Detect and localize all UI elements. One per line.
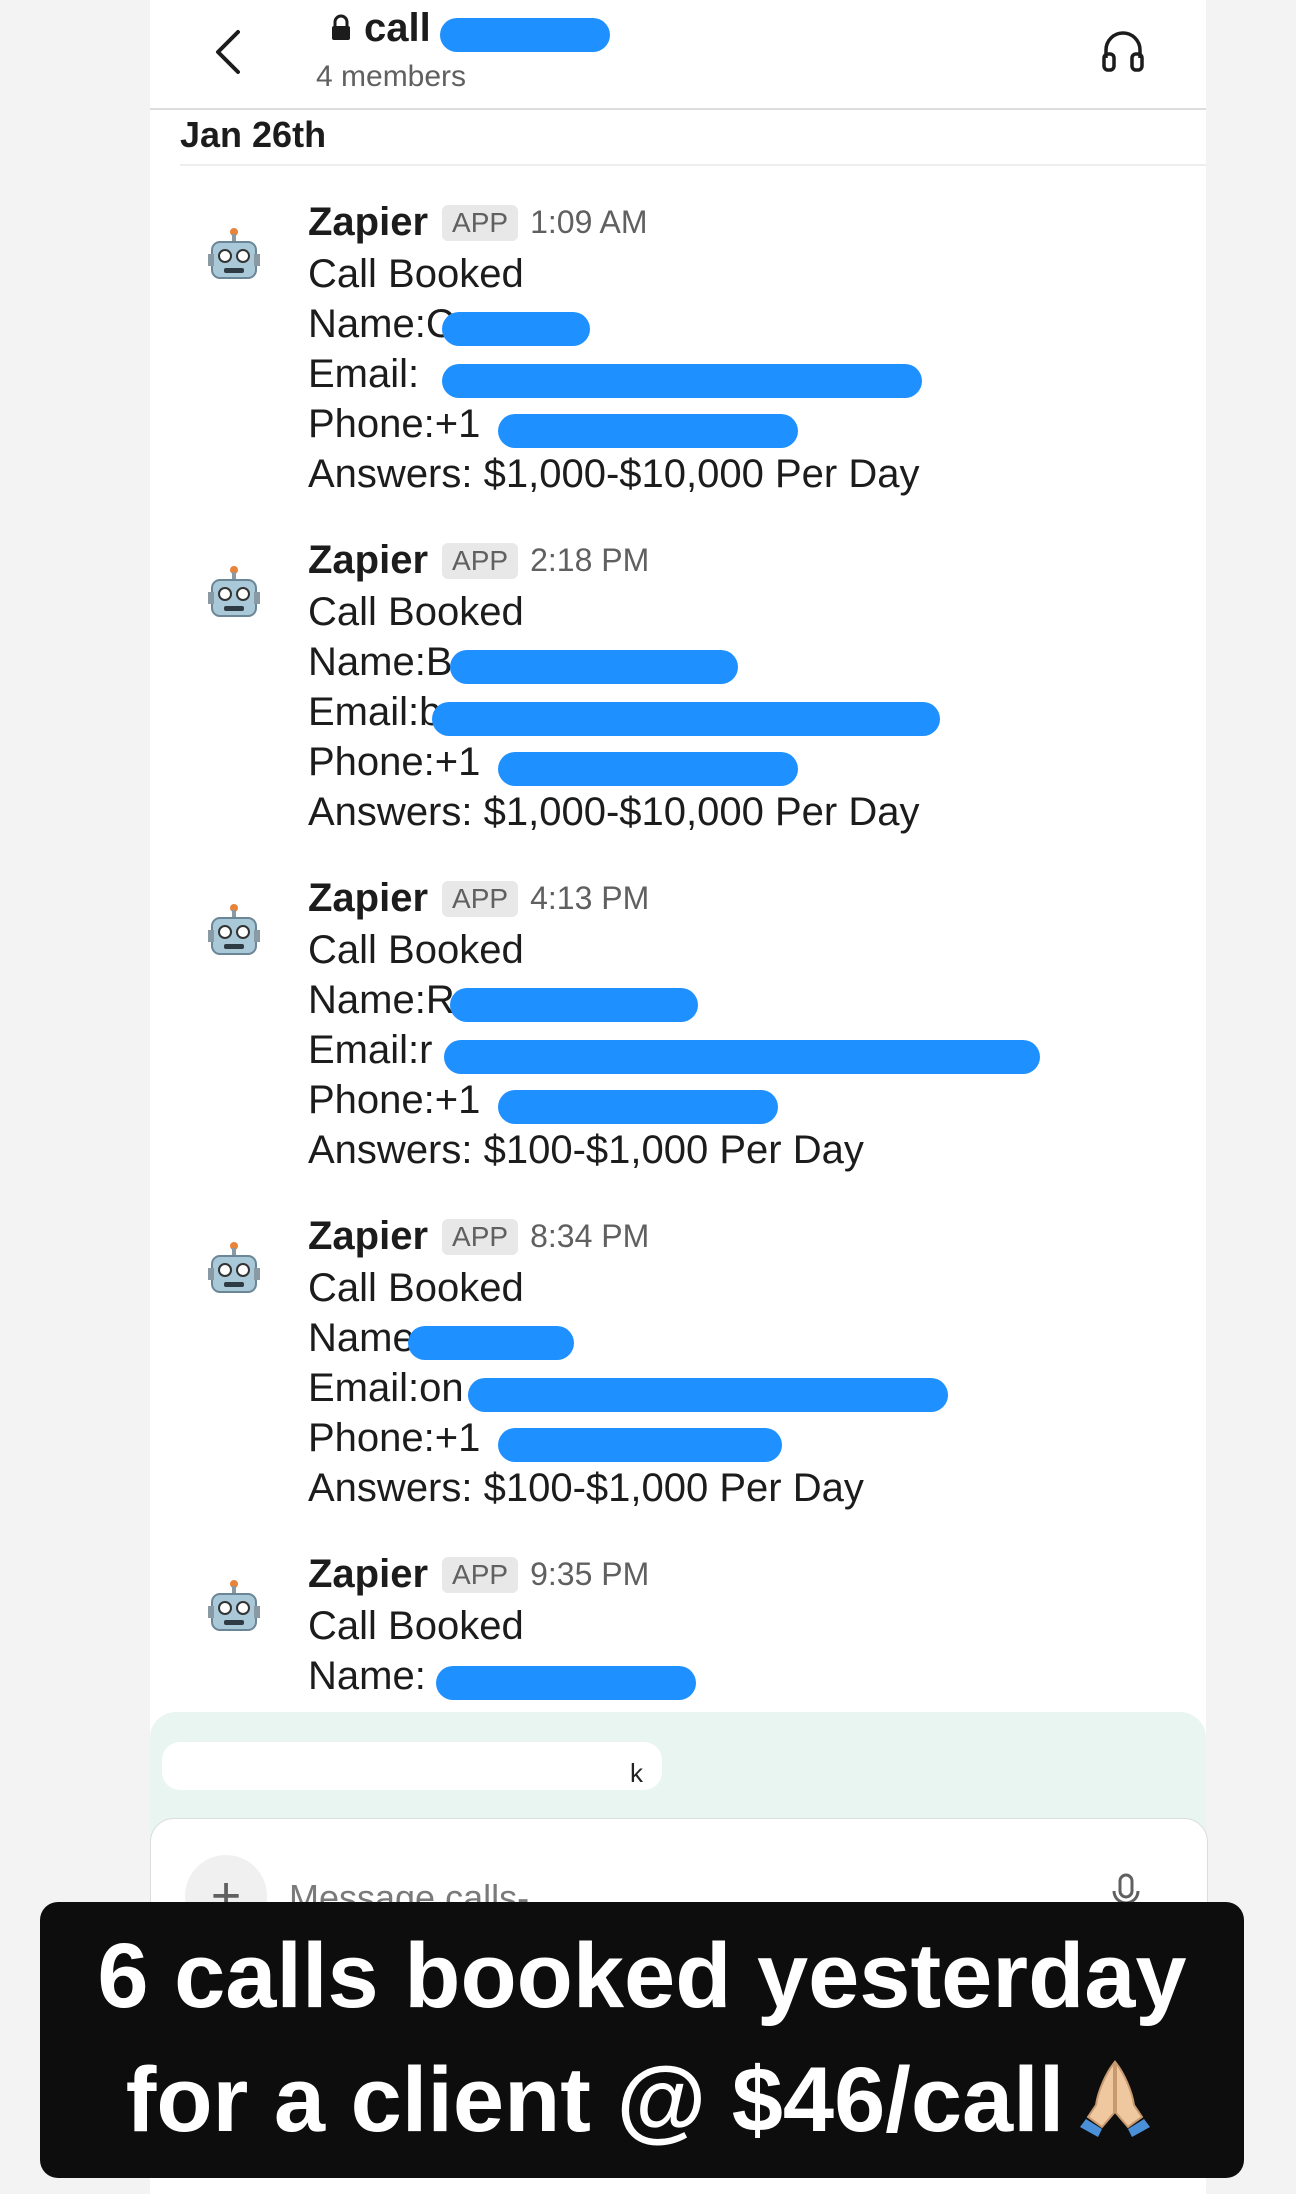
message: Zapier APP 1:09 AM Call Booked Name:C Emai… xyxy=(150,200,1206,538)
sender-name[interactable]: Zapier xyxy=(308,1552,428,1596)
name-line: Name:R xyxy=(308,978,455,1022)
message-line: Call Booked xyxy=(308,1604,524,1648)
message: Zapier APP 9:35 PM Call Booked Name: xyxy=(150,1552,1206,1700)
email-line: Email:b xyxy=(308,690,442,734)
sender-name[interactable]: Zapier xyxy=(308,538,428,582)
app-badge: APP xyxy=(442,1556,519,1593)
redaction-mark xyxy=(440,18,610,52)
member-count[interactable]: 4 members xyxy=(316,60,466,94)
phone-line: Phone:+1 xyxy=(308,1078,481,1122)
message-header: Zapier APP 1:09 AM xyxy=(308,200,647,250)
name-line: Name:B xyxy=(308,640,453,684)
attachment-preview[interactable]: k xyxy=(162,1742,662,1790)
date-divider: Jan 26th xyxy=(180,108,1206,166)
sender-name[interactable]: Zapier xyxy=(308,200,428,244)
message-header: Zapier APP 9:35 PM xyxy=(308,1552,649,1602)
redaction-mark xyxy=(408,1326,574,1360)
message-line: Call Booked xyxy=(308,1266,524,1310)
email-line: Email:r xyxy=(308,1028,433,1072)
redaction-mark xyxy=(442,312,590,346)
timestamp[interactable]: 9:35 PM xyxy=(530,1556,649,1592)
message: Zapier APP 2:18 PM Call Booked Name:B Emai… xyxy=(150,538,1206,876)
name-line: Name:C xyxy=(308,302,455,346)
phone-line: Phone:+1 xyxy=(308,1416,481,1460)
channel-header: call 4 members xyxy=(150,0,1206,110)
redaction-mark xyxy=(498,1090,778,1124)
caption-line-2-text: for a client @ $46/call xyxy=(125,2049,1065,2151)
answers-line: Answers: $1,000-$10,000 Per Day xyxy=(308,790,920,834)
channel-name[interactable]: call xyxy=(364,6,431,51)
date-label: Jan 26th xyxy=(180,114,327,155)
story-caption: 6 calls booked yesterday for a client @ … xyxy=(40,1902,1244,2178)
message-header: Zapier APP 8:34 PM xyxy=(308,1214,649,1264)
phone-line: Phone:+1 xyxy=(308,740,481,784)
app-badge: APP xyxy=(442,542,519,579)
composer-area: k + Message calls- xyxy=(150,1712,1208,1940)
answers-line: Answers: $100-$1,000 Per Day xyxy=(308,1466,864,1510)
message-list: Zapier APP 1:09 AM Call Booked Name:C Emai… xyxy=(150,190,1206,1700)
message-line: Call Booked xyxy=(308,252,524,296)
timestamp[interactable]: 2:18 PM xyxy=(530,542,649,578)
phone-line: Phone:+1 xyxy=(308,402,481,446)
timestamp[interactable]: 8:34 PM xyxy=(530,1218,649,1254)
redaction-mark xyxy=(450,988,698,1022)
caption-line-2: for a client @ $46/call xyxy=(40,2048,1244,2153)
answers-line: Answers: $100-$1,000 Per Day xyxy=(308,1128,864,1172)
robot-avatar-icon[interactable] xyxy=(206,1578,262,1638)
redaction-mark xyxy=(436,1666,696,1700)
caption-line-1: 6 calls booked yesterday xyxy=(97,1925,1187,2027)
message: Zapier APP 8:34 PM Call Booked Name Email:… xyxy=(150,1214,1206,1552)
robot-avatar-icon[interactable] xyxy=(206,564,262,624)
robot-avatar-icon[interactable] xyxy=(206,226,262,286)
sender-name[interactable]: Zapier xyxy=(308,1214,428,1258)
redaction-mark xyxy=(498,414,798,448)
redaction-mark xyxy=(450,650,738,684)
robot-avatar-icon[interactable] xyxy=(206,902,262,962)
redaction-mark xyxy=(468,1378,948,1412)
praying-hands-icon xyxy=(1080,2060,1151,2137)
email-line: Email:on xyxy=(308,1366,464,1410)
message-header: Zapier APP 4:13 PM xyxy=(308,876,649,926)
headphones-icon[interactable] xyxy=(1100,28,1146,74)
redaction-mark xyxy=(498,1428,782,1462)
message-header: Zapier APP 2:18 PM xyxy=(308,538,649,588)
lock-icon xyxy=(332,14,350,40)
left-margin xyxy=(0,0,150,2194)
app-badge: APP xyxy=(442,1218,519,1255)
app-badge: APP xyxy=(442,880,519,917)
redaction-mark xyxy=(444,1040,1040,1074)
right-margin xyxy=(1206,0,1296,2194)
answers-line: Answers: $1,000-$10,000 Per Day xyxy=(308,452,920,496)
email-line: Email: xyxy=(308,352,420,396)
message: Zapier APP 4:13 PM Call Booked Name:R Emai… xyxy=(150,876,1206,1214)
redaction-mark xyxy=(442,364,922,398)
timestamp[interactable]: 1:09 AM xyxy=(530,204,647,240)
name-line: Name: xyxy=(308,1654,426,1698)
attachment-text: k xyxy=(630,1758,643,1788)
redaction-mark xyxy=(432,702,940,736)
app-badge: APP xyxy=(442,204,519,241)
timestamp[interactable]: 4:13 PM xyxy=(530,880,649,916)
message-line: Call Booked xyxy=(308,928,524,972)
message-line: Call Booked xyxy=(308,590,524,634)
redaction-mark xyxy=(498,752,798,786)
sender-name[interactable]: Zapier xyxy=(308,876,428,920)
back-chevron-icon[interactable] xyxy=(210,26,246,78)
name-line: Name xyxy=(308,1316,415,1360)
robot-avatar-icon[interactable] xyxy=(206,1240,262,1300)
